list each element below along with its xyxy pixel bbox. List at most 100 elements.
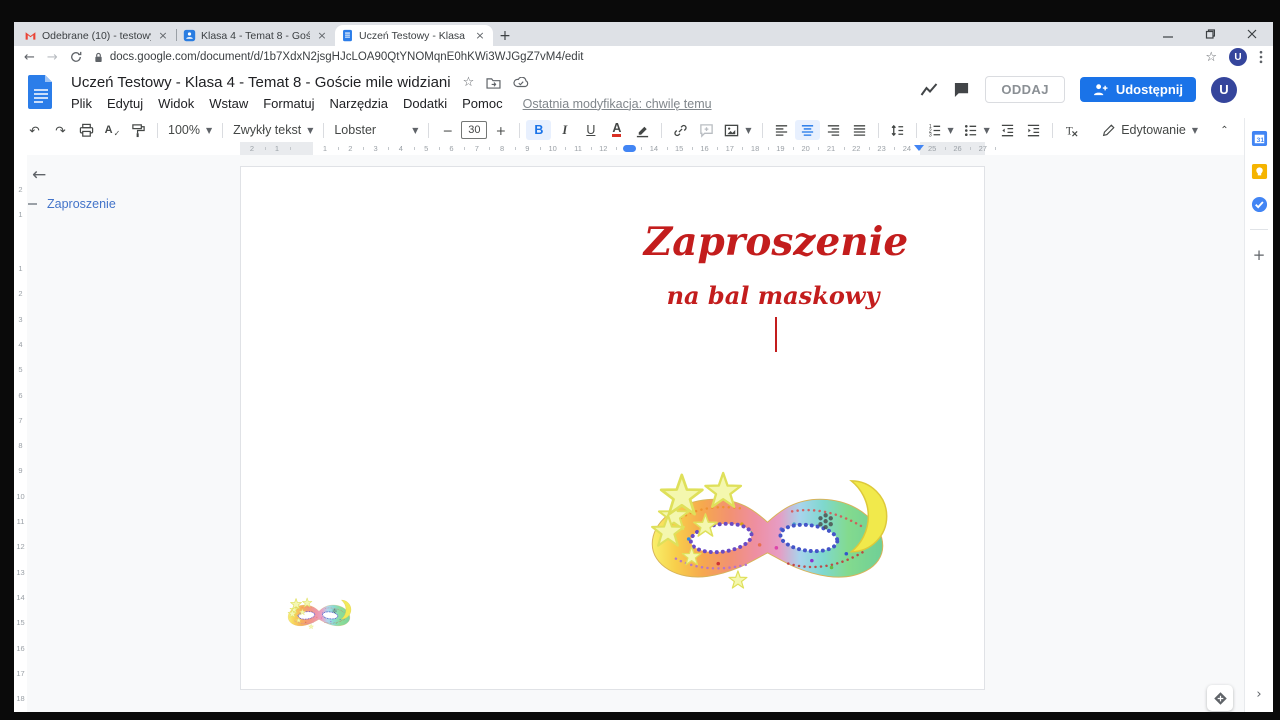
line-spacing-button[interactable] — [885, 120, 910, 140]
redo-button[interactable]: ↷ — [48, 120, 73, 140]
toolbar-separator — [661, 123, 662, 138]
back-icon[interactable]: ← — [24, 50, 35, 65]
increase-indent-button[interactable] — [1021, 120, 1046, 140]
italic-button[interactable]: I — [552, 120, 577, 140]
insert-link-button[interactable] — [668, 120, 693, 140]
reload-icon[interactable] — [70, 51, 82, 63]
restore-button[interactable] — [1189, 22, 1231, 46]
undo-button[interactable]: ↶ — [22, 120, 47, 140]
tasks-icon[interactable] — [1251, 196, 1268, 213]
menu-bar: Plik Edytuj Widok Wstaw Formatuj Narzędz… — [71, 96, 712, 111]
bulleted-list-button[interactable]: ▼ — [959, 120, 994, 140]
close-side-panel-icon[interactable]: › — [1245, 687, 1273, 702]
document-title[interactable]: Uczeń Testowy - Klasa 4 - Temat 8 - Gośc… — [71, 74, 451, 91]
underline-button[interactable]: U — [578, 120, 603, 140]
vertical-ruler[interactable]: 21123456789101112131415161718 — [14, 155, 27, 712]
move-folder-icon[interactable] — [486, 77, 501, 89]
tab-close-icon[interactable]: × — [156, 29, 170, 43]
menu-dodatki[interactable]: Dodatki — [403, 96, 447, 111]
new-tab-button[interactable]: + — [493, 25, 517, 46]
tab-close-icon[interactable]: × — [315, 29, 329, 43]
ruler-number: 14 — [650, 144, 658, 153]
explore-button[interactable] — [1207, 685, 1233, 711]
tab-close-icon[interactable]: × — [473, 29, 487, 43]
bookmark-star-icon[interactable]: ☆ — [1205, 50, 1217, 65]
menu-narzedzia[interactable]: Narzędzia — [330, 96, 389, 111]
menu-edytuj[interactable]: Edytuj — [107, 96, 143, 111]
formatting-toolbar: ↶ ↷ A✓ 100%▼ Zwykły tekst▼ Lobster▼ − 30… — [14, 118, 1245, 142]
star-document-icon[interactable]: ☆ — [463, 75, 475, 90]
menu-pomoc[interactable]: Pomoc — [462, 96, 502, 111]
align-center-button[interactable] — [795, 120, 820, 140]
doc-heading[interactable]: Zaproszenie — [644, 219, 908, 265]
tab-gmail[interactable]: Odebrane (10) - testowy.uczeń × — [18, 25, 176, 46]
toolbar-separator — [222, 123, 223, 138]
ruler-tick — [565, 147, 566, 150]
forward-icon[interactable]: → — [47, 50, 58, 65]
ruler-number: 8 — [14, 441, 27, 450]
menu-widok[interactable]: Widok — [158, 96, 194, 111]
get-addons-button[interactable]: + — [1253, 246, 1266, 264]
turn-in-button[interactable]: ODDAJ — [985, 76, 1065, 103]
browser-avatar[interactable]: U — [1229, 48, 1247, 66]
menu-plik[interactable]: Plik — [71, 96, 92, 111]
document-page[interactable]: Zaproszenie na bal maskowy — [240, 166, 985, 690]
doc-subheading[interactable]: na bal maskowy — [667, 281, 880, 310]
keep-icon[interactable] — [1251, 163, 1268, 180]
account-avatar[interactable]: U — [1211, 77, 1237, 103]
ruler-number: 1 — [14, 264, 27, 273]
numbered-list-button[interactable]: 123▼ — [923, 120, 958, 140]
cloud-saved-icon[interactable] — [513, 77, 529, 88]
menu-formatuj[interactable]: Formatuj — [263, 96, 314, 111]
indent-marker[interactable] — [623, 145, 636, 152]
right-margin-marker[interactable] — [914, 145, 924, 151]
paragraph-style-select[interactable]: Zwykły tekst▼ — [229, 120, 317, 140]
minimize-button[interactable] — [1147, 22, 1189, 46]
decrease-indent-button[interactable] — [995, 120, 1020, 140]
tab-classroom[interactable]: Klasa 4 - Temat 8 - Goście mile × — [177, 25, 335, 46]
ruler-number: 11 — [14, 517, 27, 526]
carnival-mask-image[interactable] — [644, 470, 891, 603]
align-right-button[interactable] — [821, 120, 846, 140]
last-modified-link[interactable]: Ostatnia modyfikacja: chwilę temu — [523, 97, 712, 111]
ruler-tick — [616, 147, 617, 150]
font-select[interactable]: Lobster▼ — [330, 120, 422, 140]
bold-button[interactable]: B — [526, 120, 551, 140]
font-size-decrease-button[interactable]: − — [435, 120, 460, 140]
carnival-mask-image-small[interactable] — [286, 597, 352, 633]
ruler-tick — [692, 147, 693, 150]
zoom-select[interactable]: 100%▼ — [164, 120, 216, 140]
font-size-input[interactable]: 30 — [461, 121, 487, 139]
docs-app-icon[interactable] — [28, 75, 54, 109]
close-window-button[interactable] — [1231, 22, 1273, 46]
side-panel: 31 + › — [1244, 118, 1273, 712]
activity-icon[interactable] — [920, 82, 938, 98]
font-size-increase-button[interactable]: + — [488, 120, 513, 140]
insert-comment-button[interactable] — [694, 120, 719, 140]
align-left-button[interactable] — [769, 120, 794, 140]
screen: Odebrane (10) - testowy.uczeń × Klasa 4 … — [0, 0, 1280, 720]
print-button[interactable] — [74, 120, 99, 140]
toolbar-separator — [878, 123, 879, 138]
horizontal-ruler[interactable]: 2112345678910111213141516171819202122232… — [240, 142, 985, 155]
comments-icon[interactable] — [953, 82, 970, 98]
tab-docs-active[interactable]: Uczeń Testowy - Klasa 4 - Temat × — [335, 25, 493, 46]
share-button[interactable]: Udostępnij — [1080, 77, 1196, 102]
clear-formatting-button[interactable]: T — [1059, 120, 1084, 140]
spellcheck-button[interactable]: A✓ — [100, 120, 125, 140]
justify-button[interactable] — [847, 120, 872, 140]
paint-format-button[interactable] — [126, 120, 151, 140]
url-box[interactable]: docs.google.com/document/d/1b7XdxN2jsgHJ… — [94, 51, 1194, 63]
collapse-header-button[interactable]: ⌃ — [1212, 120, 1237, 140]
hide-outline-arrow-icon[interactable]: ← — [32, 165, 46, 185]
ruler-number: 18 — [14, 694, 27, 703]
highlight-color-button[interactable] — [630, 120, 655, 140]
outline-item-zaproszenie[interactable]: Zaproszenie — [28, 197, 116, 211]
calendar-icon[interactable]: 31 — [1251, 130, 1268, 147]
text-color-button[interactable]: A — [612, 123, 621, 137]
browser-menu-icon[interactable] — [1259, 50, 1263, 64]
menu-wstaw[interactable]: Wstaw — [209, 96, 248, 111]
insert-image-button[interactable]: ▼ — [720, 120, 755, 140]
toolbar-separator — [762, 123, 763, 138]
mode-select[interactable]: Edytowanie▼ — [1098, 120, 1202, 140]
